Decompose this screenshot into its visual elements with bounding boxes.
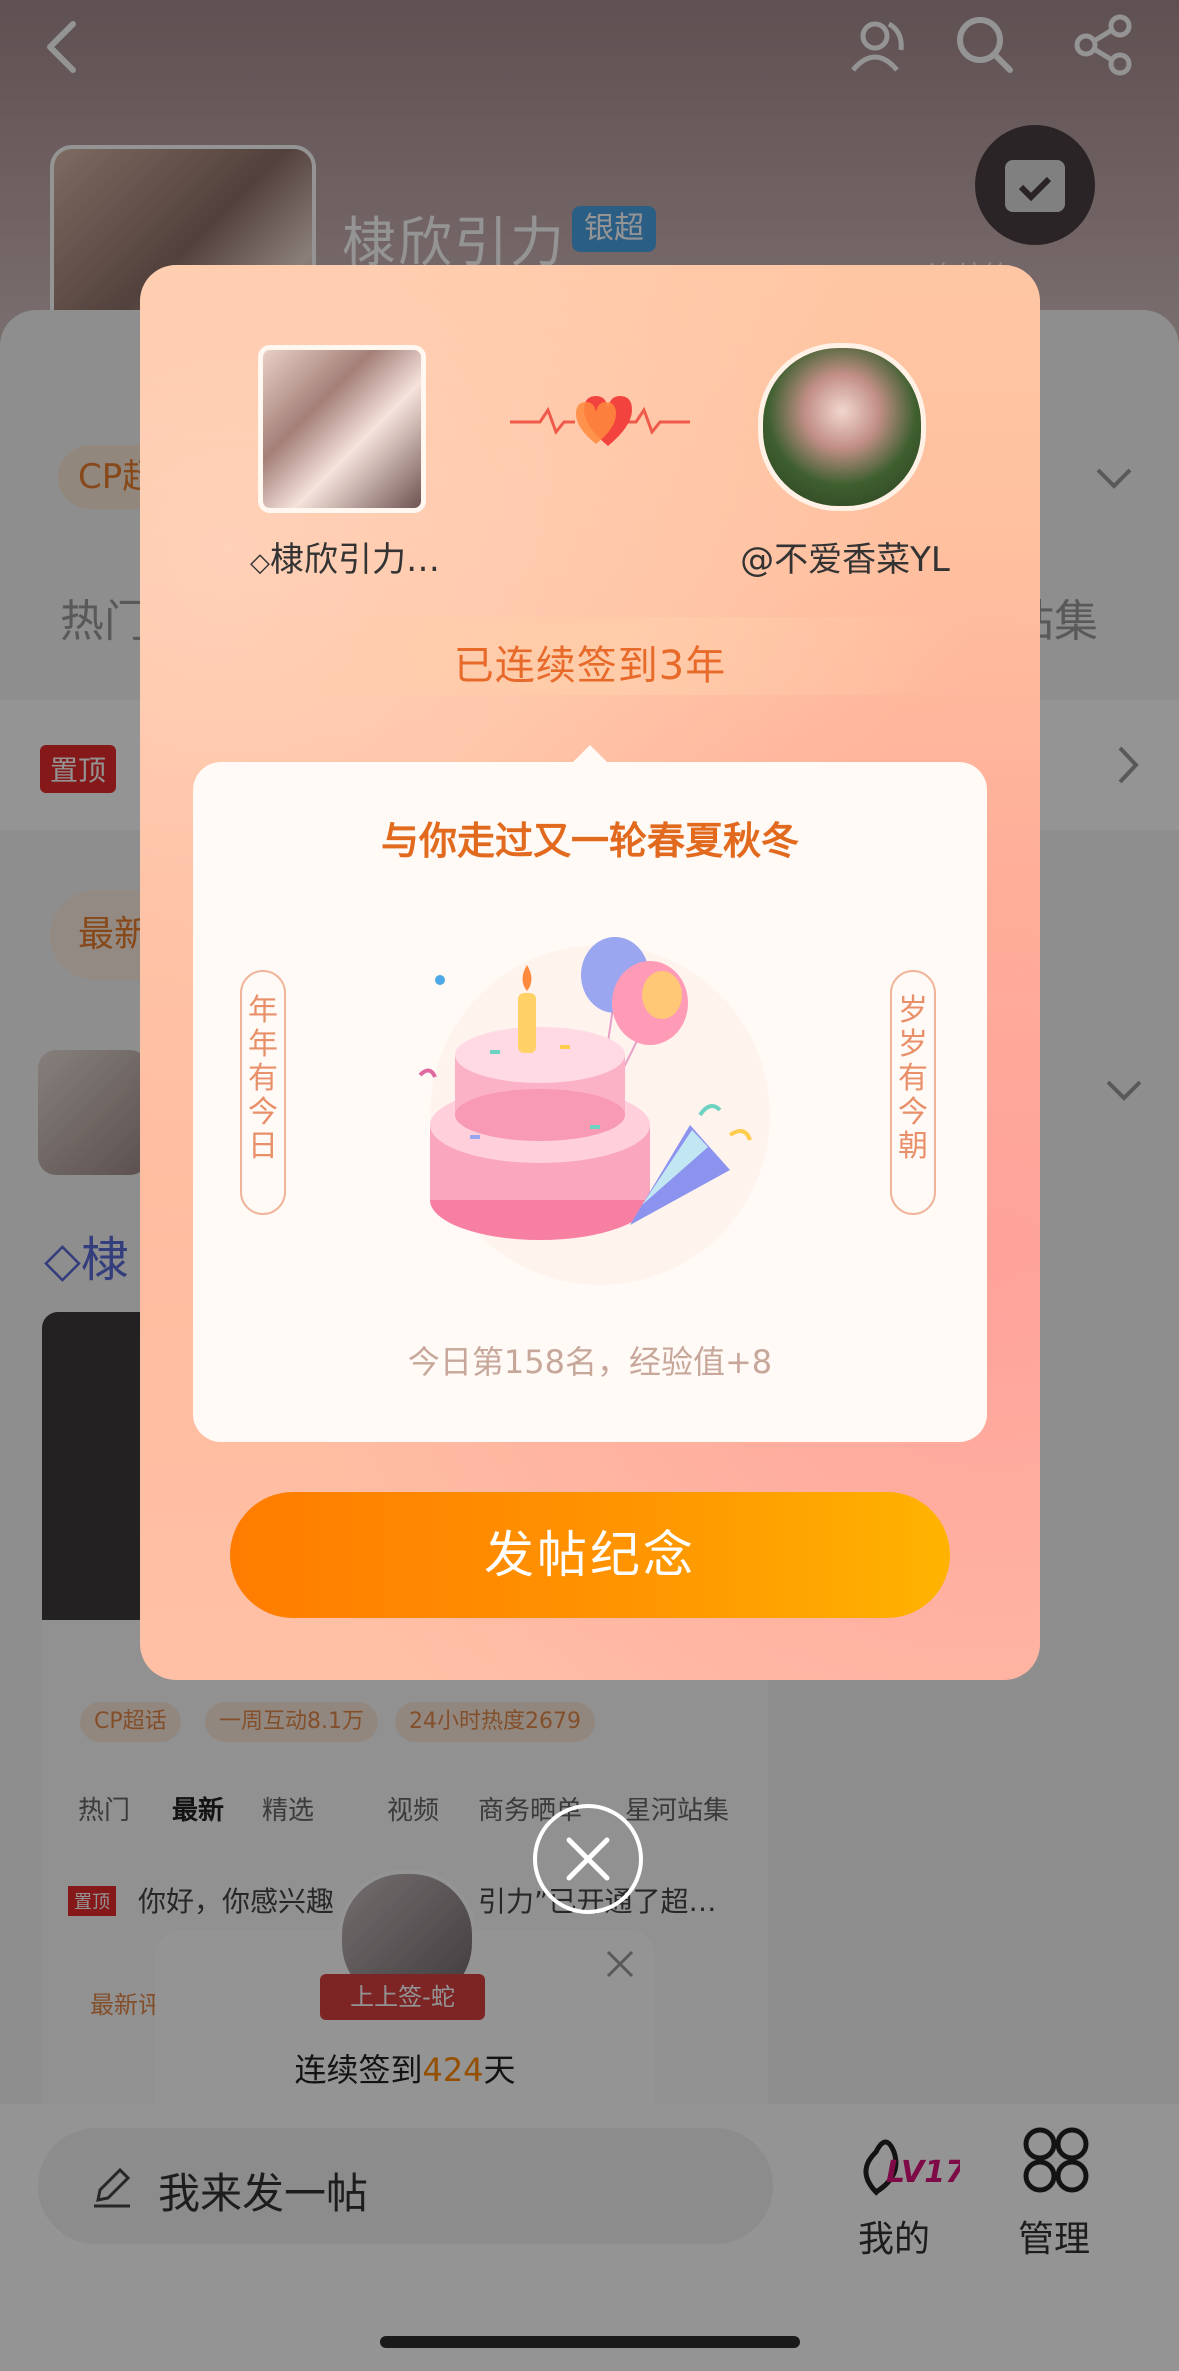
post-commemorate-button[interactable]: 发帖纪念 <box>230 1492 950 1618</box>
streak-title: 已连续签到3年 <box>453 643 727 689</box>
right-scroll-text: 岁岁有今朝 <box>890 970 936 1215</box>
modal-close-button[interactable] <box>533 1804 643 1914</box>
rank-experience-text: 今日第158名，经验值+8 <box>407 1343 773 1381</box>
diamond-icon: ◇ <box>250 548 270 578</box>
right-scroll-chars: 岁岁有今朝 <box>898 993 928 1164</box>
heartbeat-icon <box>510 396 690 446</box>
left-scroll-text: 年年有今日 <box>240 970 286 1215</box>
forum-name-text: 棣欣引力… <box>270 540 440 580</box>
close-icon <box>566 1837 610 1881</box>
card-title: 与你走过又一轮春夏秋冬 <box>380 819 799 863</box>
forum-name-left: ◇棣欣引力… <box>200 532 490 581</box>
user-avatar-right <box>758 343 926 511</box>
left-scroll-chars: 年年有今日 <box>248 993 278 1164</box>
forum-avatar-left <box>258 345 426 513</box>
checkin-anniversary-modal: ◇棣欣引力… @不爱香菜YL 已连续签到3年 与你走过又一轮春夏秋冬 年年有今日… <box>140 265 1040 1680</box>
cake-illustration <box>418 937 770 1285</box>
user-name-right: @不爱香菜YL <box>740 540 950 580</box>
home-indicator[interactable] <box>380 2336 800 2348</box>
card-pointer <box>572 745 608 763</box>
